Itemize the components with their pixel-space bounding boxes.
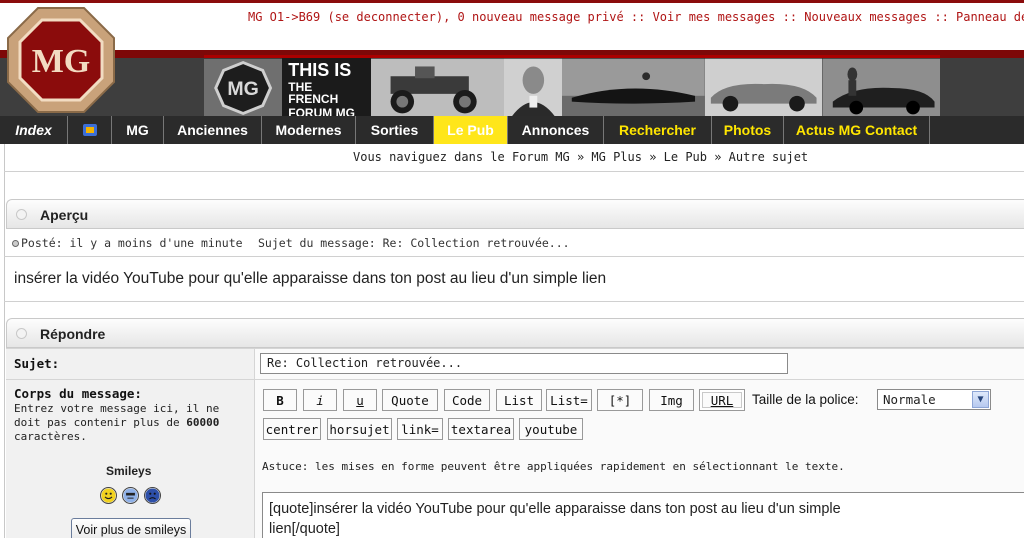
center-button[interactable]: centrer <box>263 418 321 440</box>
svg-text:MG: MG <box>227 78 259 100</box>
banner-line1: THIS IS <box>288 60 352 80</box>
mg-octagon-logo[interactable]: MG <box>6 6 116 114</box>
bold-button[interactable]: B <box>263 389 297 411</box>
font-size-label: Taille de la police: <box>752 392 859 407</box>
list-button[interactable]: List <box>496 389 542 411</box>
nav-item-le-pub[interactable]: Le Pub <box>434 116 508 144</box>
banner-title: THIS IS THE FRENCH FORUM MG <box>282 58 371 119</box>
main-nav: Index MG Anciennes Modernes Sorties Le P… <box>0 116 1024 144</box>
textarea-button[interactable]: textarea <box>448 418 514 440</box>
post-time: Posté: il y a moins d'une minute <box>12 236 243 250</box>
post-subject: Sujet du message: Re: Collection retrouv… <box>258 236 570 250</box>
offtopic-button[interactable]: horsujet <box>327 418 392 440</box>
link-button[interactable]: link= <box>397 418 443 440</box>
site-banner[interactable]: MG THIS IS THE FRENCH FORUM MG <box>204 55 940 119</box>
nav-item-photos[interactable]: Photos <box>712 116 784 144</box>
message-line-1: [quote]insérer la vidéo YouTube pour qu'… <box>269 501 841 517</box>
formatting-tip: Astuce: les mises en forme peuvent être … <box>262 460 845 473</box>
divider <box>4 171 1024 172</box>
post-time-text: Posté: il y a moins d'une minute <box>21 236 243 250</box>
nav-item-mg[interactable]: MG <box>112 116 164 144</box>
banner-record-car-photo <box>562 58 706 117</box>
panel-bullet-icon <box>16 328 27 339</box>
logo-text: MG <box>32 43 91 80</box>
banner-roadster-photo <box>705 58 823 117</box>
nav-item-sorties[interactable]: Sorties <box>356 116 434 144</box>
code-button[interactable]: Code <box>444 389 490 411</box>
nav-item-index[interactable]: Index <box>0 116 68 144</box>
youtube-button[interactable]: youtube <box>519 418 583 440</box>
body-label: Corps du message: <box>14 386 142 401</box>
font-size-select[interactable]: Normale ▼ <box>877 389 991 410</box>
hint-suffix: caractères. <box>14 430 87 443</box>
banner-vintage-car-photo <box>370 58 504 117</box>
post-icon <box>12 240 19 247</box>
preview-panel-header: Aperçu <box>6 199 1024 229</box>
font-size-value: Normale <box>883 392 936 407</box>
breadcrumb[interactable]: Vous naviguez dans le Forum MG » MG Plus… <box>353 150 808 164</box>
nav-item-modernes[interactable]: Modernes <box>262 116 356 144</box>
quote-button[interactable]: Quote <box>382 389 438 411</box>
reply-title: Répondre <box>40 326 106 342</box>
chevron-down-icon[interactable]: ▼ <box>972 391 989 408</box>
divider <box>4 301 1024 302</box>
smiley-happy-icon[interactable] <box>100 487 117 504</box>
nav-item-actus-contact[interactable]: Actus MG Contact <box>784 116 930 144</box>
banner-line2: THE FRENCH <box>288 80 339 106</box>
underline-button[interactable]: u <box>343 389 377 411</box>
nav-item-icon[interactable] <box>68 116 112 144</box>
more-smileys-button[interactable]: Voir plus de smileys <box>71 518 191 538</box>
italic-button[interactable]: i <box>303 389 337 411</box>
panel-bullet-icon <box>16 209 27 220</box>
nav-item-annonces[interactable]: Annonces <box>508 116 604 144</box>
message-line-2: lien[/quote] <box>269 521 340 537</box>
banner-portrait-photo <box>503 58 563 117</box>
preview-title: Aperçu <box>40 207 89 223</box>
subject-input[interactable]: Re: Collection retrouvée... <box>260 353 788 374</box>
banner-mg-badge-photo: MG <box>204 58 283 117</box>
user-links[interactable]: MG O1->B69 (se deconnecter), 0 nouveau m… <box>248 10 1024 24</box>
ordered-list-button[interactable]: List= <box>546 389 592 411</box>
nav-item-anciennes[interactable]: Anciennes <box>164 116 262 144</box>
banner-modern-car-photo <box>822 58 940 117</box>
reply-panel-header: Répondre <box>6 318 1024 348</box>
hint-limit: 60000 <box>186 416 220 429</box>
divider <box>4 256 1024 257</box>
preview-body: insérer la vidéo YouTube pour qu'elle ap… <box>14 270 607 287</box>
top-band <box>0 0 1024 52</box>
url-button[interactable]: URL <box>699 389 745 411</box>
nav-item-rechercher[interactable]: Rechercher <box>604 116 712 144</box>
subject-label: Sujet: <box>14 356 60 371</box>
body-hint: Entrez votre message ici, il ne doit pas… <box>14 402 246 444</box>
smileys-title: Smileys <box>106 464 152 478</box>
message-textarea[interactable]: [quote]insérer la vidéo YouTube pour qu'… <box>262 492 1024 538</box>
list-item-button[interactable]: [*] <box>597 389 643 411</box>
image-button[interactable]: Img <box>649 389 694 411</box>
smiley-cool-icon[interactable] <box>122 487 139 504</box>
home-icon <box>82 124 97 136</box>
smiley-sad-icon[interactable] <box>144 487 161 504</box>
